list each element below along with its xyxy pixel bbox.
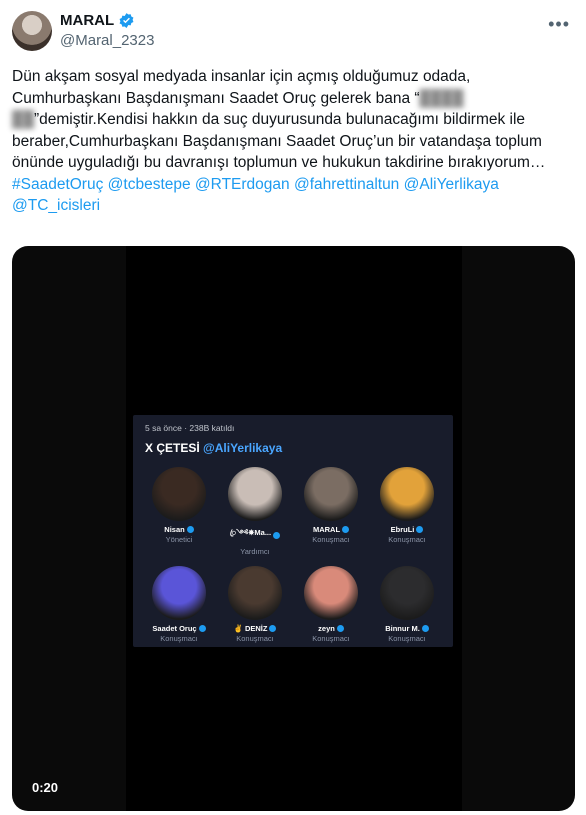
verified-badge-icon (269, 625, 277, 632)
tweet-text-part2: ”demiştir.Kendisi hakkın da suç duyurusu… (12, 111, 546, 171)
participant-role: Konuşmacı (236, 634, 274, 643)
participant: ꦿ༺✵Ma... Yardımcı (217, 467, 293, 556)
handle[interactable]: @Maral_2323 (60, 32, 154, 49)
participant-role: Konuşmacı (312, 535, 350, 544)
video-timecode: 0:20 (32, 780, 59, 795)
participant-grid: Nisan Yöneticiꦿ༺✵Ma... Yardımcı MARAL Konuşm… (141, 467, 445, 643)
participant-name: MARAL (312, 525, 350, 534)
participant-name-text: Binnur M. (385, 624, 420, 633)
mention-link[interactable]: @TC_icisleri (12, 197, 100, 214)
participant-name: zeyn (318, 624, 344, 633)
verified-badge-icon (421, 625, 429, 632)
video-player[interactable]: 5 sa önce · 238B katıldı X ÇETESİ @AliYe… (12, 246, 575, 811)
participant-name-text: MARAL (312, 525, 341, 534)
name-row: MARAL (60, 12, 135, 29)
verified-badge-icon (416, 526, 424, 533)
more-horizontal-icon[interactable]: ••• (548, 14, 570, 35)
mention-link[interactable]: @RTErdogan (195, 176, 290, 193)
mention-link[interactable]: @tcbestepe (108, 176, 191, 193)
tweet-text: Dün akşam sosyal medyada insanlar için a… (12, 66, 572, 217)
participant-role: Konuşmacı (388, 634, 426, 643)
participant-role: Yönetici (165, 535, 193, 544)
verified-badge-icon (119, 13, 134, 28)
participant-avatar (380, 566, 434, 620)
participant-role: Konuşmacı (160, 634, 198, 643)
participant-role: Konuşmacı (312, 634, 350, 643)
participant: Nisan Yönetici (141, 467, 217, 556)
participant-avatar (228, 566, 282, 620)
participant: Binnur M. Konuşmacı (369, 566, 445, 643)
participant-avatar (152, 467, 206, 521)
hashtag-link[interactable]: #SaadetOruç (12, 176, 103, 193)
participant-role: Yardımcı (240, 547, 270, 556)
verified-badge-icon (273, 532, 281, 539)
participant-name: Saadet Oruç (152, 624, 206, 633)
participant: Saadet Oruç Konuşmacı (141, 566, 217, 643)
verified-badge-icon (342, 526, 350, 533)
mention-link[interactable]: @AliYerlikaya (404, 176, 499, 193)
tweet-text-part1: Dün akşam sosyal medyada insanlar için a… (12, 68, 471, 107)
participant-name-text: Nisan (164, 525, 185, 534)
participant-avatar (152, 566, 206, 620)
participant-name: Nisan (164, 525, 194, 534)
verified-badge-icon (336, 625, 344, 632)
room-title: X ÇETESİ @AliYerlikaya (145, 441, 282, 455)
participant: ✌ DENİZ Konuşmacı (217, 566, 293, 643)
spaces-room-screenshot: 5 sa önce · 238B katıldı X ÇETESİ @AliYe… (133, 415, 453, 647)
participant: EbruLi Konuşmacı (369, 467, 445, 556)
avatar[interactable] (12, 11, 52, 51)
participant-name-text: ✌ DENİZ (233, 624, 268, 633)
room-title-mention: @AliYerlikaya (203, 441, 283, 455)
participant: zeyn Konuşmacı (293, 566, 369, 643)
participant-name: EbruLi (391, 525, 424, 534)
participant-avatar (304, 467, 358, 521)
participant-name: ✌ DENİZ (234, 624, 277, 633)
participant-name: ꦿ༺✵Ma... (229, 525, 281, 546)
room-title-text: X ÇETESİ (145, 441, 200, 455)
verified-badge-icon (186, 526, 194, 533)
participant-avatar (380, 467, 434, 521)
mention-link[interactable]: @fahrettinaltun (294, 176, 399, 193)
display-name[interactable]: MARAL (60, 12, 114, 29)
participant-name-text: ꦿ༺✵Ma... (229, 528, 272, 537)
participant-name-text: EbruLi (390, 525, 415, 534)
participant-name-text: zeyn (318, 624, 335, 633)
participant-avatar (304, 566, 358, 620)
tweet-header: MARAL @Maral_2323 ••• (12, 10, 574, 54)
participant-role: Konuşmacı (388, 535, 426, 544)
participant: MARAL Konuşmacı (293, 467, 369, 556)
participant-avatar (228, 467, 282, 521)
room-meta: 5 sa önce · 238B katıldı (145, 423, 235, 433)
verified-badge-icon (198, 625, 206, 632)
participant-name: Binnur M. (385, 624, 429, 633)
participant-name-text: Saadet Oruç (152, 624, 197, 633)
